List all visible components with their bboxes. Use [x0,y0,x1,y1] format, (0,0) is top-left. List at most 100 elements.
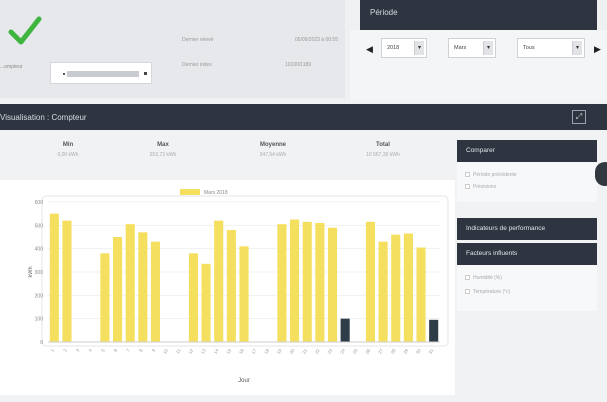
bar [214,220,224,342]
y-tick-label: 300 [35,270,44,276]
bar [365,221,376,342]
stat-mean: Moyenne 347,54 kWh [225,136,321,158]
compare-title: Comparer [466,147,495,154]
last-reading-value: 05/09/2023 à 00:55 [294,37,338,43]
prev-period-arrow[interactable]: ◀ [366,44,373,55]
factor-option-label: Température (°c) [473,289,511,295]
x-tick-label: 10 [162,348,169,355]
x-tick-label: 23 [327,348,334,355]
bar [62,220,72,342]
x-tick-label: 9 [151,348,157,353]
bar [403,233,413,342]
stat-max: Max 553,73 kWh [115,136,211,158]
y-tick-label: 600 [35,200,44,206]
bar [277,224,287,342]
y-tick-label: 200 [35,293,44,299]
x-tick-label: 11 [175,348,182,355]
x-tick-label: 17 [251,348,258,355]
performance-header[interactable]: Indicateurs de performance [457,218,597,240]
compare-header[interactable]: Comparer [457,140,597,162]
stat-total: Total 10 567,30 kWh [335,136,431,158]
x-tick-label: 24 [339,348,346,355]
check-icon [8,16,42,45]
bar [315,223,325,342]
device-select-value [67,71,139,77]
stats-row: Min 0,00 kWh Max 553,73 kWh Moyenne 347,… [0,136,445,176]
checkbox[interactable] [465,275,470,281]
side-toggle-handle[interactable] [595,162,607,186]
bar [302,221,312,342]
visualisation-header: Visualisation : Compteur ⤢ [0,104,607,130]
device-select[interactable] [50,62,152,84]
x-tick-label: 26 [364,348,371,355]
x-axis-label: Jour [238,378,250,384]
x-tick-label: 31 [428,348,435,355]
chevron-down-icon: ▾ [483,41,493,55]
compare-option-label: Période précédente [473,172,517,178]
checkbox[interactable] [465,184,470,190]
chevron-down-icon: ▾ [572,41,582,55]
y-tick-label: 100 [35,317,44,323]
factor-option[interactable]: Température (°c) [465,289,510,295]
stat-value: 10 567,30 kWh [366,152,400,158]
factors-title: Facteurs influents [466,250,518,257]
y-tick-label: 400 [35,247,44,253]
y-tick-label: 500 [35,223,44,229]
checkbox[interactable] [465,289,470,295]
last-reading-label: Dernier relevé [182,37,214,43]
bar [226,230,236,342]
stat-value: 0,00 kWh [57,152,79,158]
bar [391,234,401,342]
x-tick-label: 3 [75,348,81,353]
stat-label: Total [376,142,390,148]
x-tick-label: 6 [113,348,119,353]
device-label: ...ompteur [0,64,23,70]
chevron-down-icon [144,72,147,75]
x-tick-label: 25 [352,348,359,355]
top-section: ...ompteur Dernier relevé 05/09/2023 à 0… [0,0,607,100]
x-tick-label: 28 [390,348,397,355]
last-index-label: Dernier index [182,62,212,68]
checkbox[interactable] [465,172,470,178]
visualisation-title: Visualisation : Compteur [0,113,87,122]
meter-info-card: ...ompteur Dernier relevé 05/09/2023 à 0… [0,0,345,98]
x-tick-label: 5 [100,348,106,353]
side-panel: Comparer Période précédente Prévisions I… [455,136,607,402]
period-header: Période [360,0,597,30]
bar [150,241,161,342]
bar [188,253,198,342]
factor-option[interactable]: Humidité (%) [465,275,502,281]
month-select-value: Mars [454,45,467,51]
range-select-value: Tous [523,45,535,51]
compare-option[interactable]: Prévisions [465,184,496,190]
legend-swatch [180,189,200,195]
compare-option-label: Prévisions [473,184,497,190]
stat-label: Min [62,142,74,148]
bar [112,237,123,342]
legend-label: Mars 2018 [204,190,228,196]
next-period-arrow[interactable]: ▶ [594,44,601,55]
chevron-down-icon: ▾ [414,41,424,55]
range-select[interactable]: Tous ▾ [517,38,585,58]
stat-label: Max [157,142,169,148]
x-tick-label: 18 [263,348,270,355]
expand-icon[interactable]: ⤢ [572,110,586,124]
performance-title: Indicateurs de performance [466,225,546,232]
x-tick-label: 27 [377,348,384,355]
compare-options: Période précédente Prévisions [457,162,597,202]
bar [327,227,338,342]
factors-header[interactable]: Facteurs influents [457,243,597,265]
chart-container: 0 100 200 300 400 500 600 kWh Mars 2018 1 2 3 4 5 6 7 8 9… [0,180,455,395]
bar [125,224,135,342]
x-tick-label: 7 [125,348,131,353]
stat-label: Moyenne [259,142,286,148]
year-select[interactable]: 2018 ▾ [381,38,427,58]
x-tick-label: 13 [200,348,207,355]
x-tick-label: 14 [213,348,220,355]
year-select-value: 2018 [387,45,400,51]
x-tick-label: 21 [301,348,308,355]
bullet-icon [63,73,65,75]
month-select[interactable]: Mars ▾ [448,38,496,58]
period-title: Période [370,8,398,17]
compare-option[interactable]: Période précédente [465,172,517,178]
